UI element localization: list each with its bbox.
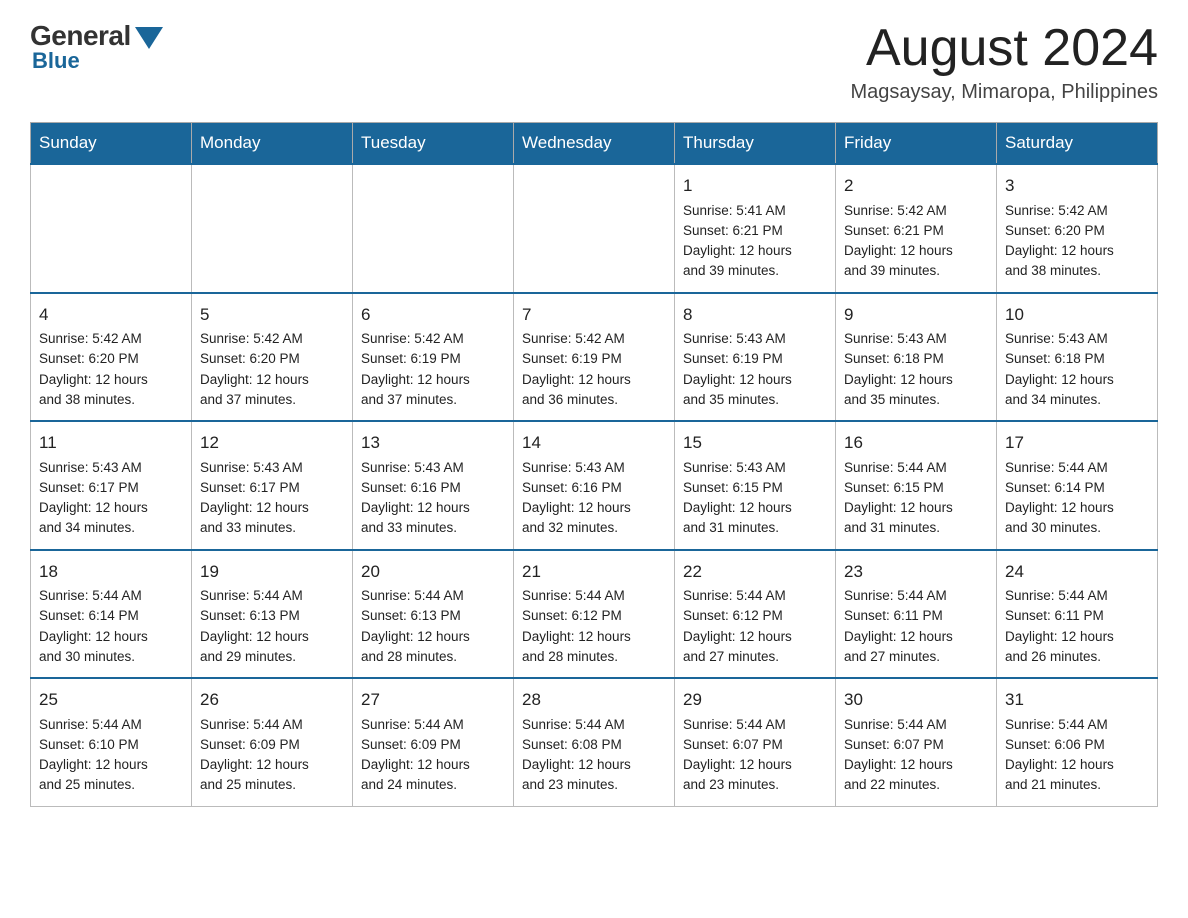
logo: General Blue	[30, 20, 163, 74]
day-header-sunday: Sunday	[31, 123, 192, 165]
calendar-day-cell: 11Sunrise: 5:43 AMSunset: 6:17 PMDayligh…	[31, 421, 192, 550]
calendar-day-cell: 24Sunrise: 5:44 AMSunset: 6:11 PMDayligh…	[997, 550, 1158, 679]
day-header-wednesday: Wednesday	[514, 123, 675, 165]
calendar-day-cell: 9Sunrise: 5:43 AMSunset: 6:18 PMDaylight…	[836, 293, 997, 422]
calendar-day-cell: 26Sunrise: 5:44 AMSunset: 6:09 PMDayligh…	[192, 678, 353, 806]
day-header-saturday: Saturday	[997, 123, 1158, 165]
month-title: August 2024	[850, 20, 1158, 77]
calendar-header-row: SundayMondayTuesdayWednesdayThursdayFrid…	[31, 123, 1158, 165]
day-number: 29	[683, 687, 827, 713]
calendar-week-row: 4Sunrise: 5:42 AMSunset: 6:20 PMDaylight…	[31, 293, 1158, 422]
day-number: 3	[1005, 173, 1149, 199]
calendar-day-cell: 10Sunrise: 5:43 AMSunset: 6:18 PMDayligh…	[997, 293, 1158, 422]
calendar-week-row: 11Sunrise: 5:43 AMSunset: 6:17 PMDayligh…	[31, 421, 1158, 550]
calendar-day-cell: 25Sunrise: 5:44 AMSunset: 6:10 PMDayligh…	[31, 678, 192, 806]
day-number: 13	[361, 430, 505, 456]
calendar-day-cell: 12Sunrise: 5:43 AMSunset: 6:17 PMDayligh…	[192, 421, 353, 550]
calendar-day-cell: 6Sunrise: 5:42 AMSunset: 6:19 PMDaylight…	[353, 293, 514, 422]
day-number: 12	[200, 430, 344, 456]
day-number: 28	[522, 687, 666, 713]
day-number: 26	[200, 687, 344, 713]
day-number: 6	[361, 302, 505, 328]
day-number: 21	[522, 559, 666, 585]
calendar-day-cell: 20Sunrise: 5:44 AMSunset: 6:13 PMDayligh…	[353, 550, 514, 679]
day-number: 2	[844, 173, 988, 199]
calendar-day-cell	[514, 164, 675, 293]
calendar-week-row: 18Sunrise: 5:44 AMSunset: 6:14 PMDayligh…	[31, 550, 1158, 679]
day-number: 19	[200, 559, 344, 585]
calendar-week-row: 1Sunrise: 5:41 AMSunset: 6:21 PMDaylight…	[31, 164, 1158, 293]
day-number: 22	[683, 559, 827, 585]
calendar-day-cell: 1Sunrise: 5:41 AMSunset: 6:21 PMDaylight…	[675, 164, 836, 293]
calendar-day-cell: 28Sunrise: 5:44 AMSunset: 6:08 PMDayligh…	[514, 678, 675, 806]
location-subtitle: Magsaysay, Mimaropa, Philippines	[850, 81, 1158, 104]
calendar-day-cell: 4Sunrise: 5:42 AMSunset: 6:20 PMDaylight…	[31, 293, 192, 422]
calendar-day-cell: 31Sunrise: 5:44 AMSunset: 6:06 PMDayligh…	[997, 678, 1158, 806]
day-number: 15	[683, 430, 827, 456]
day-number: 27	[361, 687, 505, 713]
day-number: 5	[200, 302, 344, 328]
calendar-day-cell: 29Sunrise: 5:44 AMSunset: 6:07 PMDayligh…	[675, 678, 836, 806]
title-area: August 2024 Magsaysay, Mimaropa, Philipp…	[850, 20, 1158, 104]
calendar-day-cell: 15Sunrise: 5:43 AMSunset: 6:15 PMDayligh…	[675, 421, 836, 550]
day-header-tuesday: Tuesday	[353, 123, 514, 165]
day-number: 23	[844, 559, 988, 585]
logo-blue-text: Blue	[32, 48, 80, 74]
day-header-monday: Monday	[192, 123, 353, 165]
calendar-day-cell	[353, 164, 514, 293]
calendar-week-row: 25Sunrise: 5:44 AMSunset: 6:10 PMDayligh…	[31, 678, 1158, 806]
day-number: 20	[361, 559, 505, 585]
day-number: 4	[39, 302, 183, 328]
calendar-day-cell: 19Sunrise: 5:44 AMSunset: 6:13 PMDayligh…	[192, 550, 353, 679]
day-number: 11	[39, 430, 183, 456]
day-header-friday: Friday	[836, 123, 997, 165]
calendar-day-cell: 23Sunrise: 5:44 AMSunset: 6:11 PMDayligh…	[836, 550, 997, 679]
calendar-day-cell: 14Sunrise: 5:43 AMSunset: 6:16 PMDayligh…	[514, 421, 675, 550]
day-number: 1	[683, 173, 827, 199]
day-number: 25	[39, 687, 183, 713]
calendar-day-cell: 18Sunrise: 5:44 AMSunset: 6:14 PMDayligh…	[31, 550, 192, 679]
day-number: 31	[1005, 687, 1149, 713]
calendar-day-cell: 7Sunrise: 5:42 AMSunset: 6:19 PMDaylight…	[514, 293, 675, 422]
calendar-day-cell	[31, 164, 192, 293]
day-number: 30	[844, 687, 988, 713]
calendar-day-cell: 17Sunrise: 5:44 AMSunset: 6:14 PMDayligh…	[997, 421, 1158, 550]
day-number: 9	[844, 302, 988, 328]
day-number: 24	[1005, 559, 1149, 585]
logo-triangle-icon	[135, 27, 163, 49]
day-header-thursday: Thursday	[675, 123, 836, 165]
calendar-day-cell: 3Sunrise: 5:42 AMSunset: 6:20 PMDaylight…	[997, 164, 1158, 293]
calendar-day-cell: 30Sunrise: 5:44 AMSunset: 6:07 PMDayligh…	[836, 678, 997, 806]
day-number: 14	[522, 430, 666, 456]
calendar-day-cell	[192, 164, 353, 293]
page-header: General Blue August 2024 Magsaysay, Mima…	[30, 20, 1158, 104]
day-number: 7	[522, 302, 666, 328]
calendar-day-cell: 13Sunrise: 5:43 AMSunset: 6:16 PMDayligh…	[353, 421, 514, 550]
day-number: 10	[1005, 302, 1149, 328]
calendar-day-cell: 2Sunrise: 5:42 AMSunset: 6:21 PMDaylight…	[836, 164, 997, 293]
calendar-day-cell: 8Sunrise: 5:43 AMSunset: 6:19 PMDaylight…	[675, 293, 836, 422]
day-number: 16	[844, 430, 988, 456]
day-number: 17	[1005, 430, 1149, 456]
calendar-day-cell: 16Sunrise: 5:44 AMSunset: 6:15 PMDayligh…	[836, 421, 997, 550]
day-number: 8	[683, 302, 827, 328]
calendar-day-cell: 21Sunrise: 5:44 AMSunset: 6:12 PMDayligh…	[514, 550, 675, 679]
calendar-day-cell: 22Sunrise: 5:44 AMSunset: 6:12 PMDayligh…	[675, 550, 836, 679]
calendar-table: SundayMondayTuesdayWednesdayThursdayFrid…	[30, 122, 1158, 807]
day-number: 18	[39, 559, 183, 585]
calendar-day-cell: 27Sunrise: 5:44 AMSunset: 6:09 PMDayligh…	[353, 678, 514, 806]
calendar-day-cell: 5Sunrise: 5:42 AMSunset: 6:20 PMDaylight…	[192, 293, 353, 422]
